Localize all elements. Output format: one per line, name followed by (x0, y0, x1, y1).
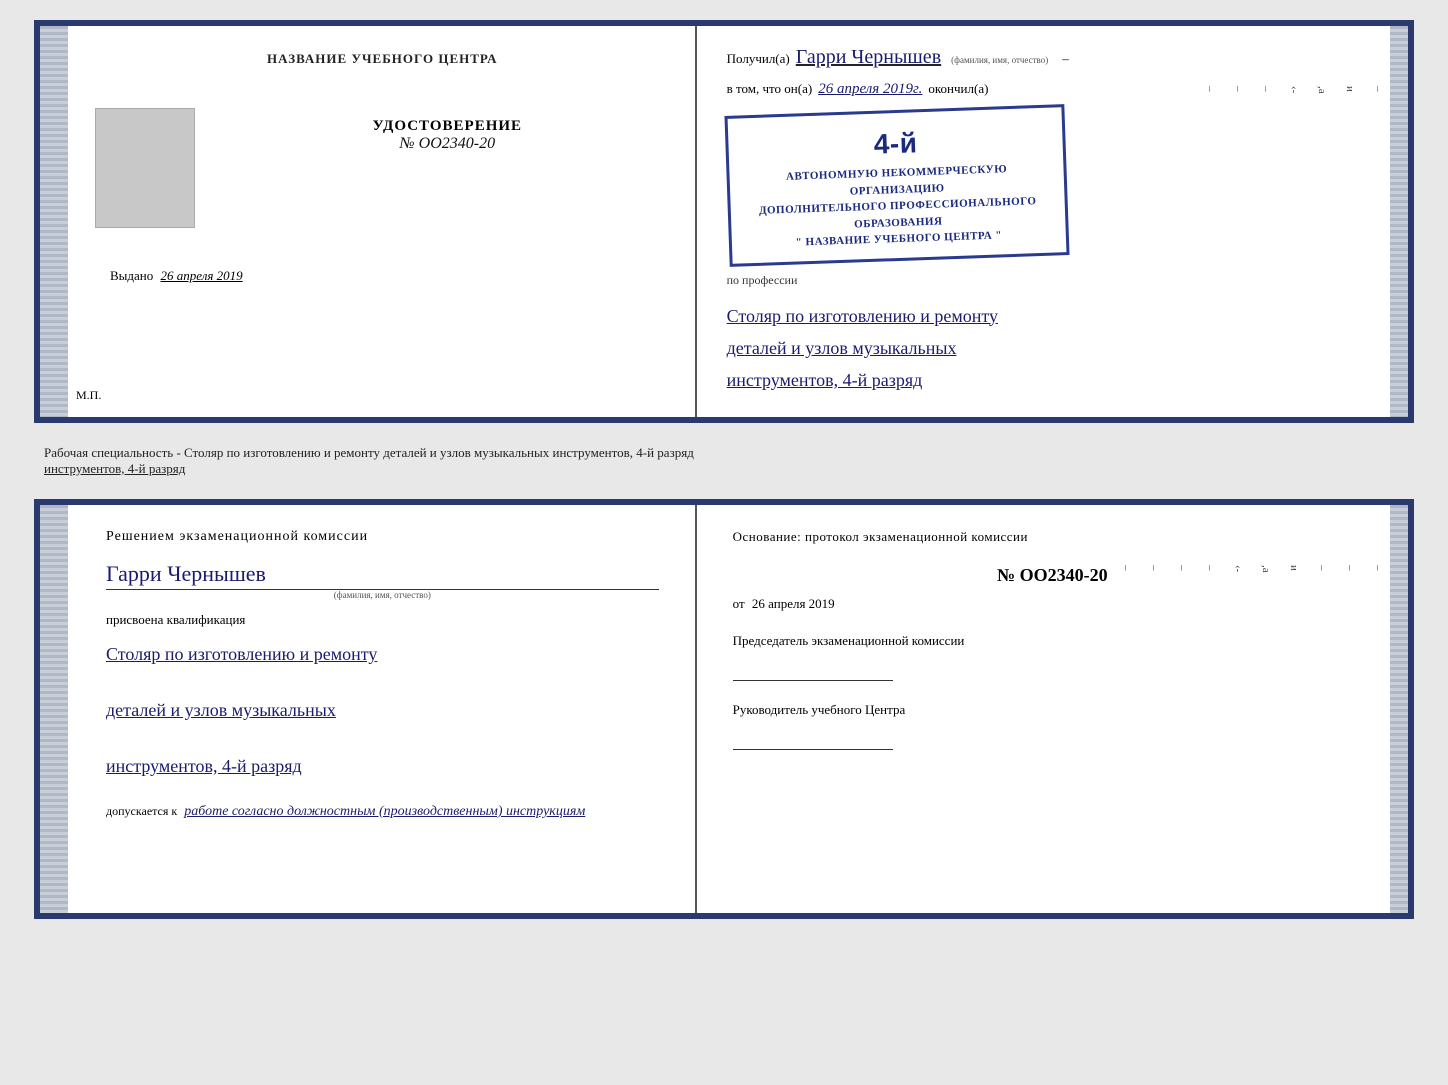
texture-right-top (1390, 26, 1408, 417)
vtom-date: 26 апреля 2019г. (818, 81, 922, 98)
poluchil-line: Получил(а) Гарри Чернышев (фамилия, имя,… (727, 46, 1378, 69)
fio-label-top: (фамилия, имя, отчество) (951, 55, 1048, 65)
photo-placeholder (95, 108, 195, 228)
between-text-main: Рабочая специальность - Столяр по изгото… (44, 445, 694, 460)
profession-block-bottom: Столяр по изготовлению и ремонту деталей… (106, 636, 659, 784)
dopuskaetsya-label: допускается к (106, 804, 177, 818)
profession-line1-bottom: Столяр по изготовлению и ремонту (106, 636, 659, 672)
bottom-left-panel: Решением экзаменационной комиссии Гарри … (40, 505, 697, 913)
dopuskaetsya-block: допускается к работе согласно должностны… (106, 804, 659, 820)
vydano-line: Выдано 26 апреля 2019 (110, 268, 243, 284)
rukovoditel-label: Руководитель учебного Центра (733, 701, 1372, 719)
vtom-prefix: в том, что он(а) (727, 81, 813, 97)
between-text-underline: инструментов, 4-й разряд (44, 461, 185, 476)
osnovanie-text: Основание: протокол экзаменационной коми… (733, 529, 1372, 545)
profession-line3-bottom: инструментов, 4-й разряд (106, 748, 659, 784)
stamp-block: 4-й АВТОНОМНУЮ НЕКОММЕРЧЕСКУЮ ОРГАНИЗАЦИ… (724, 104, 1069, 266)
fio-label-bottom: (фамилия, имя, отчество) (106, 590, 659, 600)
rukovoditel-signature (733, 749, 893, 750)
side-text-bottom: – – – и ,а ‹- – – – – (1120, 565, 1384, 573)
predsedatel-label: Председатель экзаменационной комиссии (733, 632, 1372, 650)
udostoverenie-label: УДОСТОВЕРЕНИЕ (215, 118, 680, 135)
predsedatel-block: Председатель экзаменационной комиссии (733, 632, 1372, 681)
okonchil-label: окончил(а) (928, 81, 988, 97)
predsedatel-signature (733, 680, 893, 681)
po-professii: по профессии (727, 273, 1378, 288)
mp-label: М.П. (76, 388, 101, 403)
profession-block-top: Столяр по изготовлению и ремонту деталей… (727, 300, 1378, 397)
vydano-label: Выдано (110, 268, 153, 283)
between-section: Рабочая специальность - Столяр по изгото… (34, 439, 1414, 483)
profession-line2-top: деталей и узлов музыкальных (727, 332, 1378, 364)
rukovoditel-block: Руководитель учебного Центра (733, 701, 1372, 750)
side-text-top: – и ,а ‹- – – – (1204, 86, 1384, 94)
profession-line1-top: Столяр по изготовлению и ремонту (727, 300, 1378, 332)
dopuskaetsya-value: работе согласно должностным (производств… (184, 804, 585, 819)
top-right-panel: Получил(а) Гарри Чернышев (фамилия, имя,… (697, 26, 1408, 417)
bottom-document: Решением экзаменационной комиссии Гарри … (34, 499, 1414, 919)
recipient-name-bottom: Гарри Чернышев (106, 561, 659, 590)
poluchil-prefix: Получил(а) (727, 51, 790, 67)
top-left-title: НАЗВАНИЕ УЧЕБНОГО ЦЕНТРА (267, 51, 498, 66)
ot-label: от (733, 596, 745, 611)
udostoverenie-block: УДОСТОВЕРЕНИЕ № OO2340-20 (215, 118, 680, 153)
udostoverenie-number: № OO2340-20 (215, 135, 680, 153)
top-document: НАЗВАНИЕ УЧЕБНОГО ЦЕНТРА УДОСТОВЕРЕНИЕ №… (34, 20, 1414, 423)
profession-line3-top: инструментов, 4-й разряд (727, 364, 1378, 396)
ot-date-block: от 26 апреля 2019 (733, 596, 1372, 612)
texture-right-bottom (1390, 505, 1408, 913)
prisvoena-text: присвоена квалификация (106, 612, 659, 628)
ot-date-value: 26 апреля 2019 (752, 596, 835, 611)
recipient-name-top: Гарри Чернышев (796, 46, 941, 69)
resheniem-text: Решением экзаменационной комиссии (106, 529, 659, 545)
top-left-panel: НАЗВАНИЕ УЧЕБНОГО ЦЕНТРА УДОСТОВЕРЕНИЕ №… (40, 26, 697, 417)
vydano-date: 26 апреля 2019 (161, 268, 243, 283)
profession-line2-bottom: деталей и узлов музыкальных (106, 692, 659, 728)
